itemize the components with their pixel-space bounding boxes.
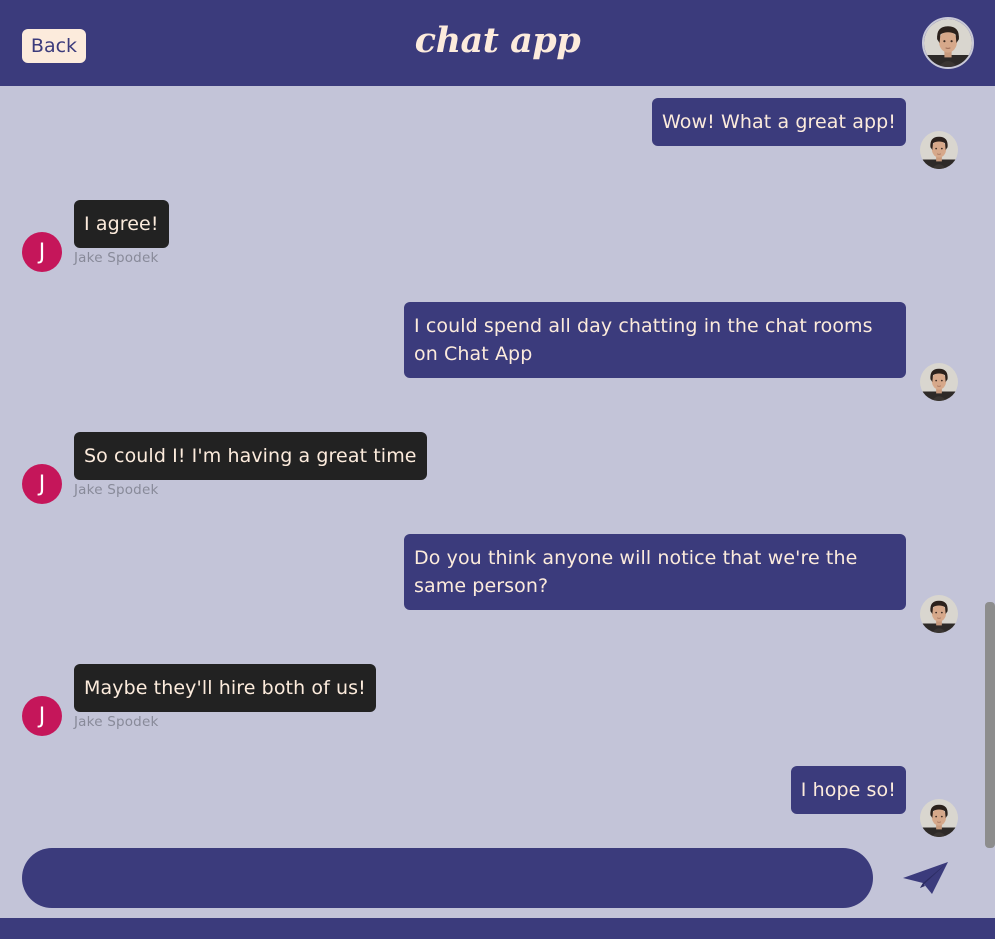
- own-avatar: [920, 595, 958, 633]
- app-title: chat app: [414, 20, 581, 61]
- app-header: Back chat app: [0, 0, 995, 86]
- sender-avatar: J: [22, 696, 62, 736]
- profile-avatar[interactable]: [922, 17, 974, 69]
- own-avatar: [920, 131, 958, 169]
- scrollbar-thumb[interactable]: [985, 602, 995, 848]
- outgoing-message: I could spend all day chatting in the ch…: [404, 302, 906, 378]
- outgoing-message: Wow! What a great app!: [652, 98, 906, 146]
- sender-name: Jake Spodek: [74, 482, 159, 498]
- own-avatar: [920, 799, 958, 837]
- footer-bar: [0, 918, 995, 939]
- message-input[interactable]: [22, 848, 873, 908]
- paper-plane-icon: [903, 862, 948, 894]
- outgoing-message: Do you think anyone will notice that we'…: [404, 534, 906, 610]
- sender-name: Jake Spodek: [74, 714, 159, 730]
- incoming-message: Maybe they'll hire both of us!: [74, 664, 376, 712]
- sender-avatar: J: [22, 464, 62, 504]
- outgoing-message: I hope so!: [790, 766, 906, 814]
- send-button[interactable]: [898, 856, 952, 900]
- message-list: Wow! What a great app! I agree! J Jake S…: [0, 86, 995, 838]
- sender-name: Jake Spodek: [74, 250, 159, 266]
- incoming-message: So could I! I'm having a great time: [74, 432, 427, 480]
- incoming-message: I agree!: [74, 200, 169, 248]
- sender-avatar: J: [22, 232, 62, 272]
- own-avatar: [920, 363, 958, 401]
